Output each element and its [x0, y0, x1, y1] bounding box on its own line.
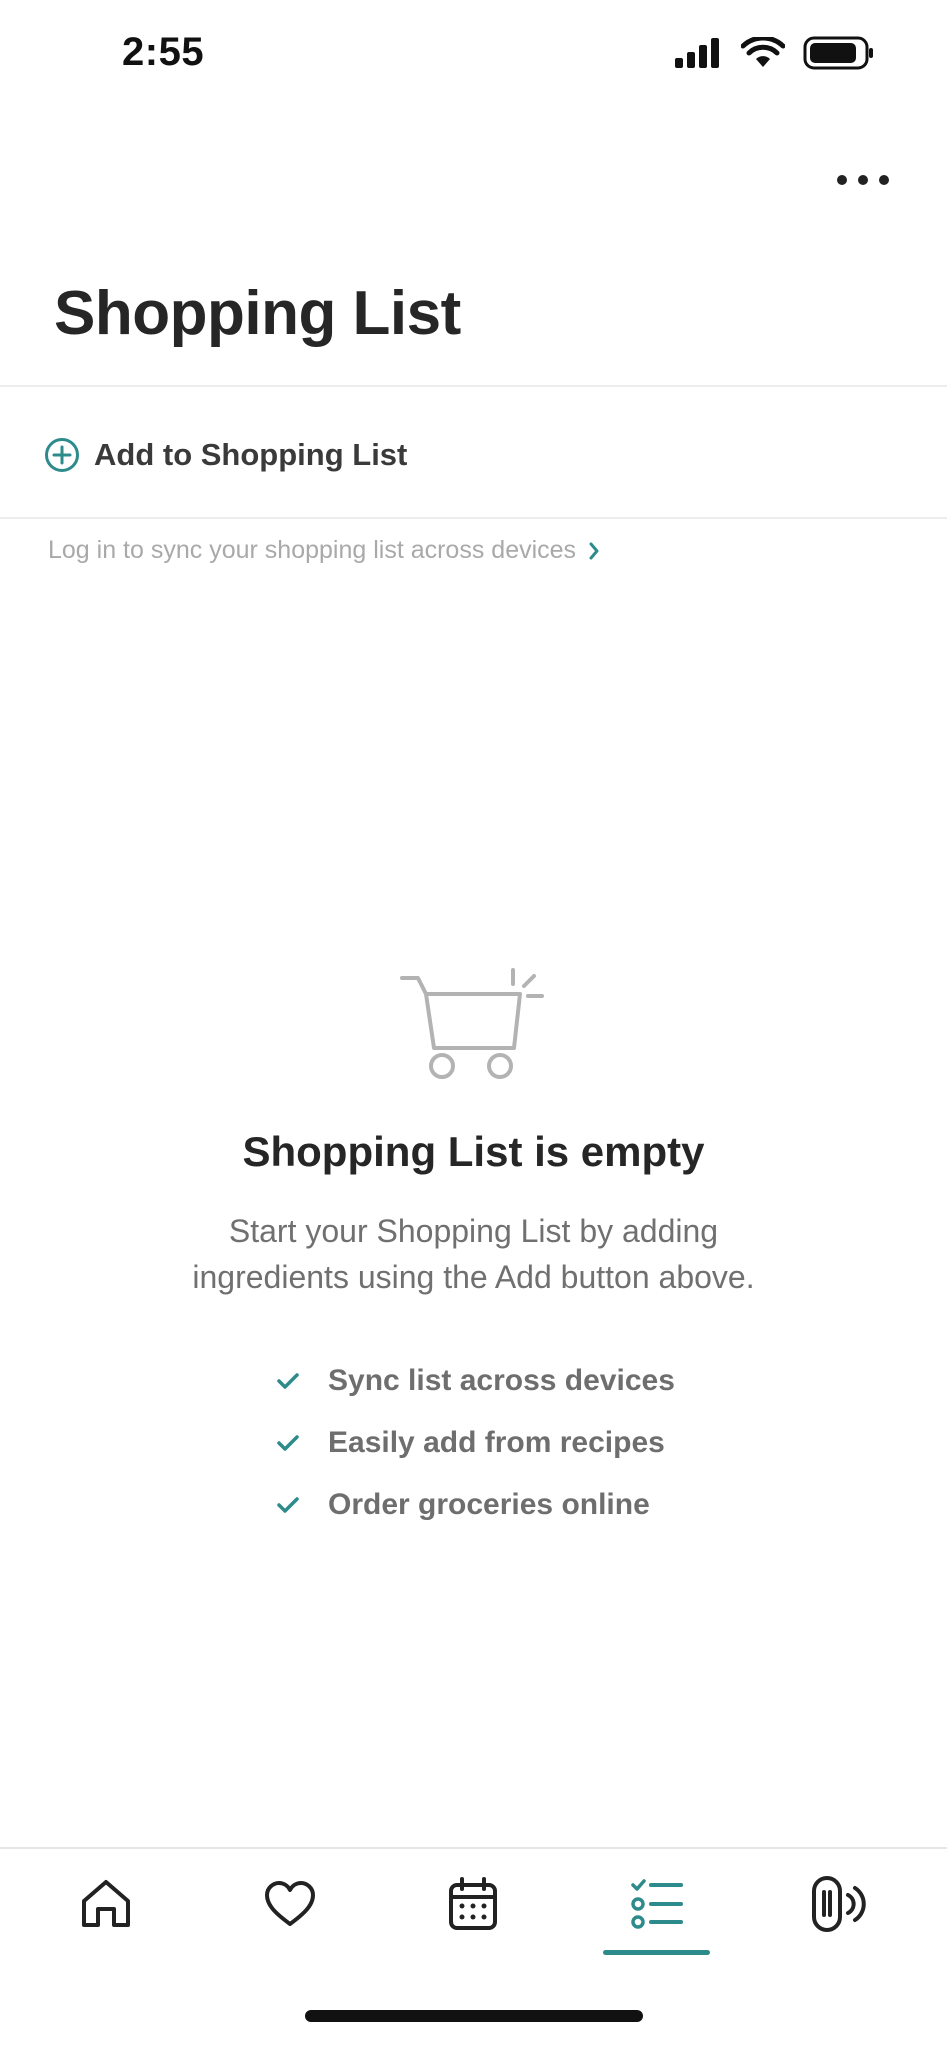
feature-item: Sync list across devices	[276, 1350, 675, 1412]
feature-item: Order groceries online	[276, 1474, 675, 1536]
plus-circle-icon	[45, 438, 79, 472]
empty-state-title: Shopping List is empty	[242, 1128, 705, 1175]
heart-icon	[265, 1881, 315, 1926]
chevron-right-icon	[589, 542, 599, 559]
status-icons	[673, 36, 875, 70]
tab-device[interactable]	[800, 1872, 880, 1936]
status-time: 2:55	[122, 30, 205, 74]
cellular-signal-icon	[675, 38, 719, 68]
feature-list: Sync list across devices Easily add from…	[276, 1350, 675, 1536]
tab-favorites[interactable]	[250, 1872, 330, 1936]
battery-icon	[803, 36, 873, 70]
tab-meal-planner[interactable]	[433, 1872, 513, 1936]
tab-shopping-list[interactable]	[617, 1872, 697, 1936]
empty-state-description-line: Start your Shopping List by adding	[228, 1213, 719, 1249]
check-icon	[277, 1373, 299, 1389]
login-sync-link[interactable]: Log in to sync your shopping list across…	[48, 536, 600, 565]
divider	[0, 517, 947, 519]
empty-state-description-line: ingredients using the Add button above.	[192, 1259, 755, 1295]
more-options-button[interactable]	[831, 160, 895, 200]
more-horizontal-icon	[837, 175, 847, 185]
feature-label: Sync list across devices	[328, 1364, 675, 1397]
feature-item: Easily add from recipes	[276, 1412, 675, 1474]
active-tab-indicator	[603, 1950, 710, 1955]
tab-bar-divider	[0, 1847, 947, 1849]
home-icon	[82, 1880, 130, 1927]
add-to-shopping-list-button[interactable]: Add to Shopping List	[44, 430, 407, 480]
shopping-cart-icon	[400, 968, 544, 1079]
more-dot	[879, 175, 889, 185]
home-indicator	[305, 2010, 643, 2022]
empty-state-description: Start your Shopping List by adding ingre…	[130, 1208, 817, 1300]
add-to-shopping-list-label: Add to Shopping List	[94, 437, 408, 472]
wifi-icon	[741, 37, 785, 67]
check-icon	[277, 1497, 299, 1513]
feature-label: Order groceries online	[328, 1488, 650, 1521]
more-dot	[858, 175, 868, 185]
checklist-icon	[631, 1879, 683, 1929]
calendar-icon	[449, 1877, 497, 1930]
check-icon	[277, 1435, 299, 1451]
shopping-list-screen: 2:55 Shopping List Add to Shopping List …	[0, 0, 947, 2048]
page-title: Shopping List	[54, 279, 461, 348]
tab-home[interactable]	[66, 1872, 146, 1936]
divider	[0, 385, 947, 387]
device-signal-icon	[812, 1876, 866, 1932]
login-sync-text: Log in to sync your shopping list across…	[48, 536, 577, 564]
feature-label: Easily add from recipes	[328, 1426, 665, 1459]
